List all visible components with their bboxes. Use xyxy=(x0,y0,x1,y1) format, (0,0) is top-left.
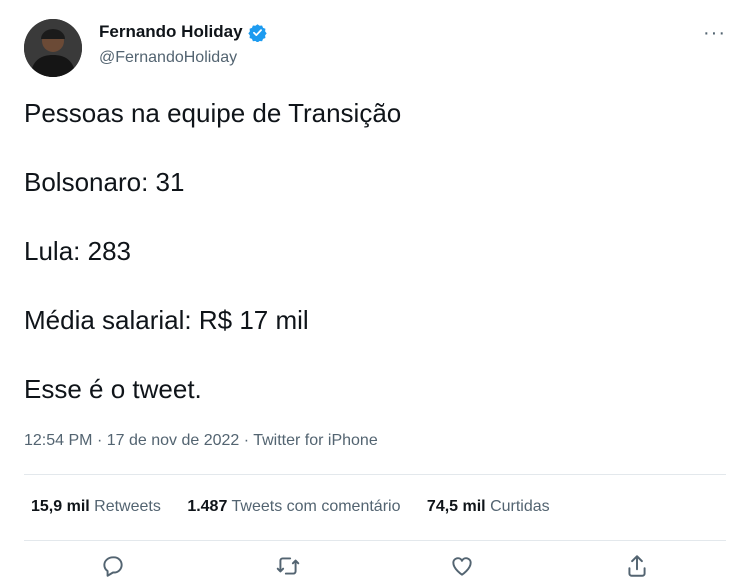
retweet-icon[interactable] xyxy=(275,553,301,579)
author-display-name[interactable]: Fernando Holiday xyxy=(99,22,267,43)
tweet-line: Lula: 283 xyxy=(24,236,131,266)
tweet-line: Pessoas na equipe de Transição xyxy=(24,98,402,128)
tweet-time[interactable]: 12:54 PM xyxy=(24,432,92,449)
likes-stat[interactable]: 74,5 mil Curtidas xyxy=(427,498,550,515)
tweet-date[interactable]: 17 de nov de 2022 xyxy=(107,432,240,449)
tweet-line: Bolsonaro: 31 xyxy=(24,167,185,197)
divider xyxy=(24,474,726,475)
retweets-stat[interactable]: 15,9 mil Retweets xyxy=(31,498,165,515)
retweets-label: Retweets xyxy=(94,498,161,515)
divider xyxy=(24,540,726,541)
likes-label: Curtidas xyxy=(490,498,550,515)
share-icon[interactable] xyxy=(624,553,650,579)
tweet-meta: 12:54 PM · 17 de nov de 2022 · Twitter f… xyxy=(24,432,378,450)
more-horizontal-icon[interactable]: ··· xyxy=(703,22,726,45)
meta-separator: · xyxy=(96,432,103,449)
verified-badge-icon xyxy=(247,23,267,43)
avatar[interactable] xyxy=(24,19,82,77)
retweets-count: 15,9 mil xyxy=(31,498,90,515)
tweet-line: Média salarial: R$ 17 mil xyxy=(24,305,309,335)
meta-separator: · xyxy=(243,432,250,449)
tweet-source[interactable]: Twitter for iPhone xyxy=(253,432,378,449)
action-bar xyxy=(0,553,750,580)
likes-count: 74,5 mil xyxy=(426,498,486,515)
quotes-stat[interactable]: 1.487 Tweets com comentário xyxy=(187,498,405,515)
like-icon[interactable] xyxy=(449,553,475,579)
tweet-stats: 15,9 mil Retweets 1.487 Tweets com comen… xyxy=(31,498,572,516)
reply-icon[interactable] xyxy=(100,553,126,579)
tweet-text: Pessoas na equipe de Transição Bolsonaro… xyxy=(24,96,401,441)
quotes-label: Tweets com comentário xyxy=(231,498,401,515)
author-name-text: Fernando Holiday xyxy=(99,22,243,41)
author-handle[interactable]: @FernandoHoliday xyxy=(99,49,237,67)
quotes-count: 1.487 xyxy=(187,498,228,515)
tweet-line: Esse é o tweet. xyxy=(24,374,202,404)
tweet-card: Fernando Holiday @FernandoHoliday ··· Pe… xyxy=(0,0,750,580)
